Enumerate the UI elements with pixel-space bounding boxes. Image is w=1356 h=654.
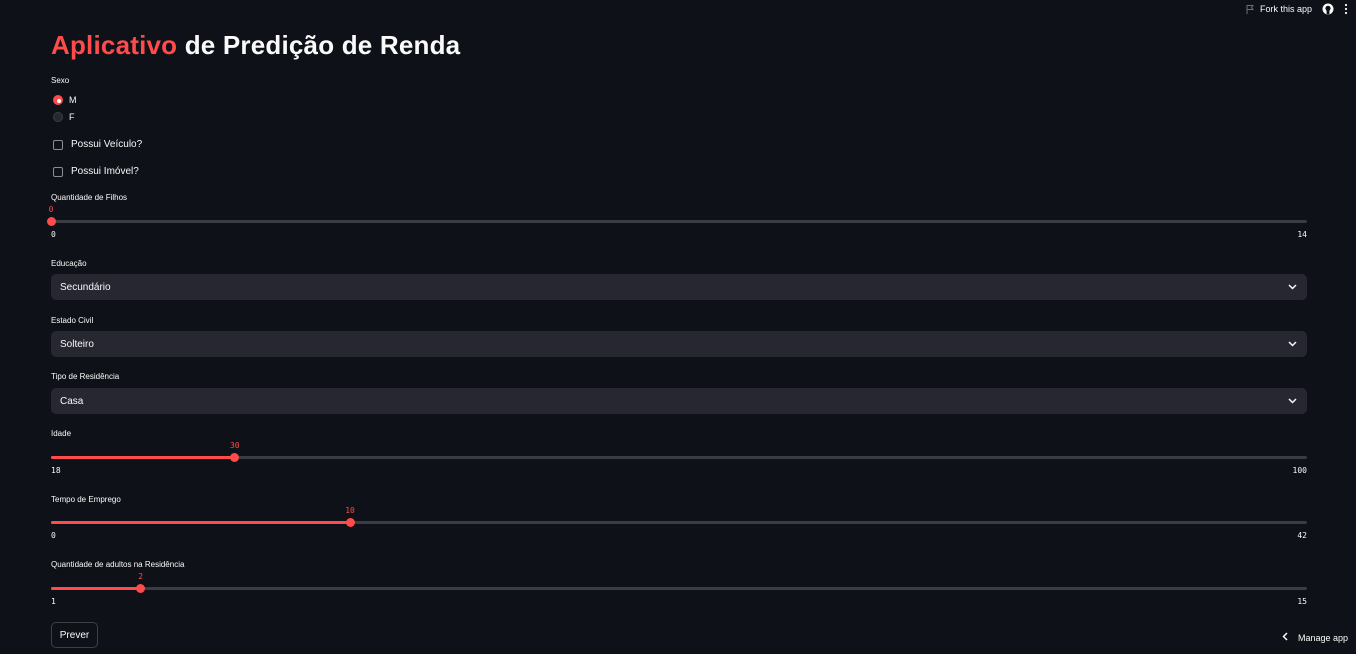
slider-value: 2 (138, 572, 144, 581)
slider-min: 0 (51, 531, 56, 540)
imovel-checkbox[interactable]: Possui Imóvel? (53, 166, 139, 177)
radio-m-label: M (69, 95, 77, 105)
slider-track[interactable] (51, 220, 1307, 223)
slider-max: 42 (1297, 531, 1307, 540)
app-page: Fork this app Aplicativo de Predição de … (0, 0, 1356, 654)
slider-fill (51, 587, 141, 590)
radio-f-label: F (69, 112, 75, 122)
filhos-label: Quantidade de Filhos (51, 193, 128, 202)
slider-fill (51, 456, 235, 459)
slider-max: 15 (1297, 597, 1307, 606)
educacao-label: Educação (51, 259, 87, 268)
imovel-checkbox-label: Possui Imóvel? (71, 166, 139, 177)
veiculo-checkbox-box[interactable] (53, 139, 63, 150)
slider-thumb[interactable] (46, 217, 56, 226)
radio-option-f[interactable]: F (53, 112, 75, 122)
fork-app-label: Fork this app (1259, 4, 1312, 14)
title-accent: Aplicativo (51, 30, 178, 60)
emprego-label: Tempo de Emprego (51, 495, 121, 504)
imovel-checkbox-box[interactable] (53, 166, 63, 177)
adultos-slider[interactable]: 2 1 15 (51, 572, 1307, 627)
idade-slider[interactable]: 30 18 100 (51, 441, 1307, 496)
chevron-left-icon (1282, 632, 1288, 643)
prever-button[interactable]: Prever (51, 622, 98, 648)
residencia-select-value: Casa (60, 395, 84, 407)
top-toolbar: Fork this app (1246, 3, 1348, 15)
radio-option-m[interactable]: M (53, 95, 77, 105)
slider-value: 30 (229, 441, 240, 450)
manage-app-label: Manage app (1297, 632, 1348, 643)
estado-civil-select-value: Solteiro (60, 338, 94, 350)
filhos-slider[interactable]: 0 0 14 (46, 205, 1307, 260)
chevron-down-icon (1288, 396, 1297, 407)
slider-track[interactable] (51, 456, 1307, 459)
educacao-select-value: Secundário (60, 281, 111, 293)
educacao-select[interactable]: Secundário (51, 274, 1307, 300)
github-icon[interactable] (1322, 3, 1334, 15)
chevron-down-icon (1288, 282, 1297, 293)
slider-max: 100 (1292, 466, 1307, 475)
residencia-label: Tipo de Residência (51, 372, 120, 381)
slider-track[interactable] (51, 587, 1307, 590)
title-rest: de Predição de Renda (184, 30, 461, 60)
slider-max: 14 (1297, 230, 1307, 239)
page-title: Aplicativo de Predição de Renda (51, 30, 460, 61)
slider-min: 1 (51, 597, 56, 606)
slider-min: 18 (51, 466, 61, 475)
residencia-select[interactable]: Casa (51, 388, 1307, 414)
slider-value: 10 (345, 506, 355, 515)
veiculo-checkbox-label: Possui Veículo? (71, 139, 143, 150)
slider-value: 0 (48, 205, 54, 214)
adultos-label: Quantidade de adultos na Residência (51, 560, 185, 569)
estado-civil-label: Estado Civil (51, 316, 94, 325)
radio-m-indicator[interactable] (53, 95, 63, 105)
slider-thumb[interactable] (230, 453, 240, 462)
chevron-down-icon (1288, 339, 1297, 350)
fork-icon (1246, 4, 1255, 15)
slider-fill (51, 521, 351, 524)
slider-min: 0 (51, 230, 56, 239)
estado-civil-select[interactable]: Solteiro (51, 331, 1307, 357)
more-options-icon[interactable] (1344, 3, 1348, 15)
veiculo-checkbox[interactable]: Possui Veículo? (53, 139, 142, 150)
fork-app-button[interactable]: Fork this app (1246, 4, 1312, 15)
slider-thumb[interactable] (345, 518, 355, 527)
idade-label: Idade (51, 429, 72, 438)
radio-f-indicator[interactable] (53, 112, 63, 122)
sexo-label: Sexo (51, 76, 70, 85)
slider-thumb[interactable] (136, 584, 146, 593)
manage-app-button[interactable]: Manage app (1282, 632, 1348, 643)
emprego-slider[interactable]: 10 0 42 (51, 506, 1307, 561)
